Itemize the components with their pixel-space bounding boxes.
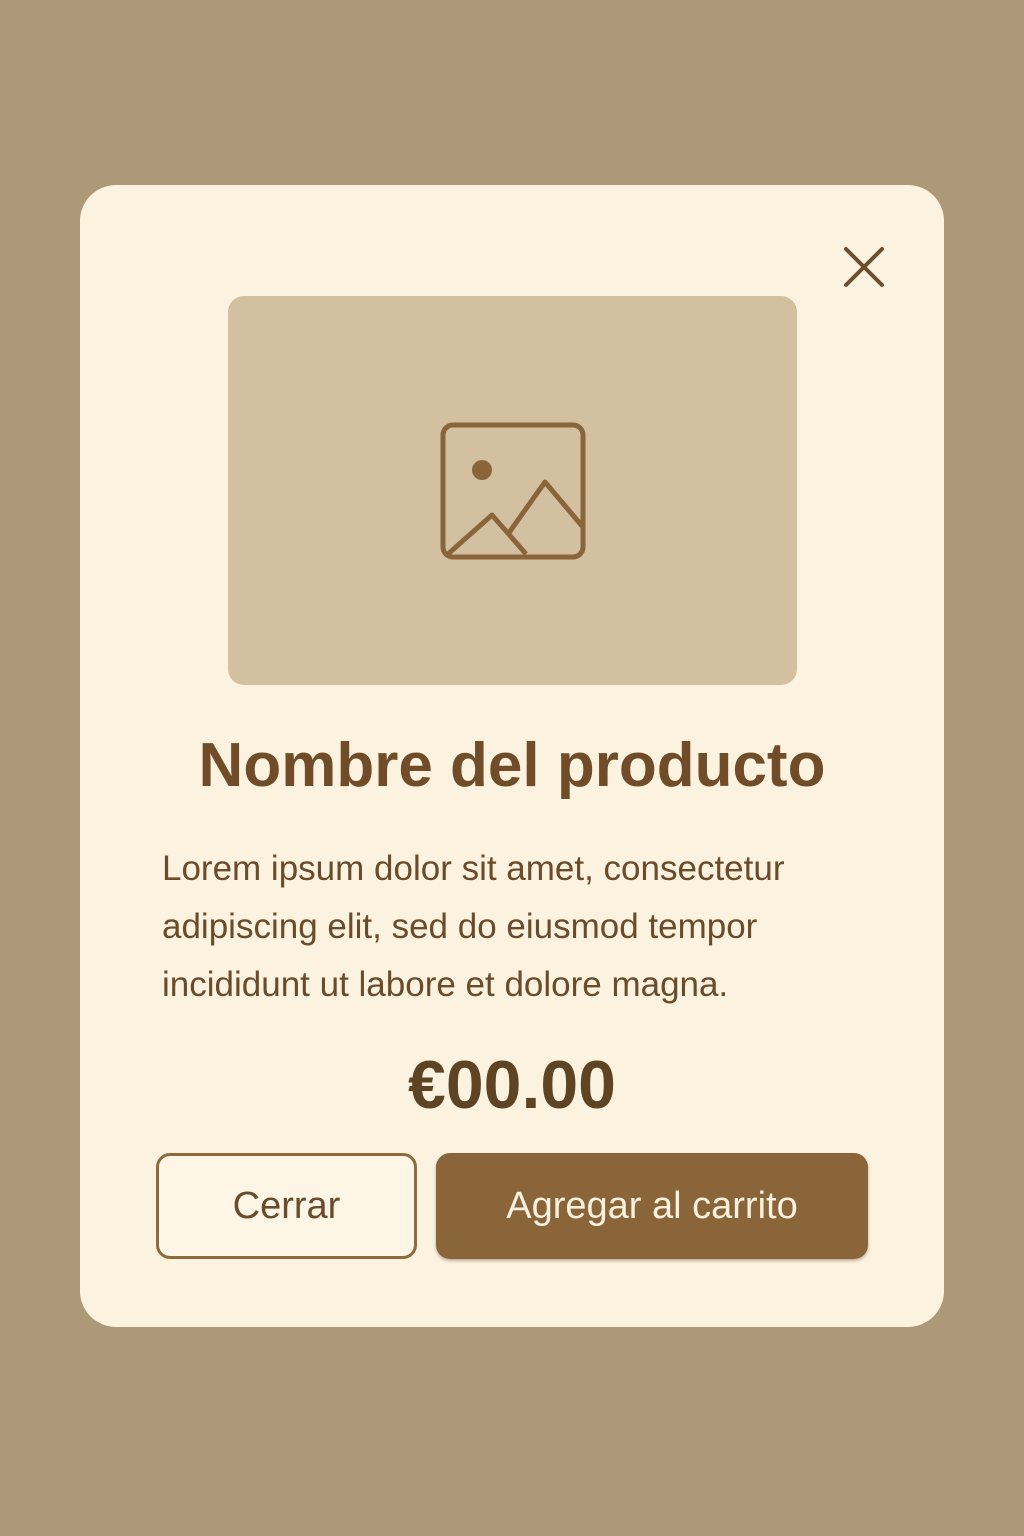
product-description: Lorem ipsum dolor sit amet, consectetur … [162,849,785,1004]
close-button[interactable] [832,235,896,299]
close-icon [844,247,884,287]
image-icon [440,422,585,559]
product-modal: Nombre del producto Lorem ipsum dolor si… [80,185,944,1327]
add-to-cart-button[interactable]: Agregar al carrito [436,1153,868,1259]
product-image-placeholder [228,296,797,685]
product-price: €00.00 [408,1047,616,1123]
product-title: Nombre del producto [198,731,826,800]
cancel-button[interactable]: Cerrar [156,1153,417,1259]
cancel-button-label: Cerrar [232,1184,341,1227]
add-to-cart-button-label: Agregar al carrito [506,1184,798,1227]
